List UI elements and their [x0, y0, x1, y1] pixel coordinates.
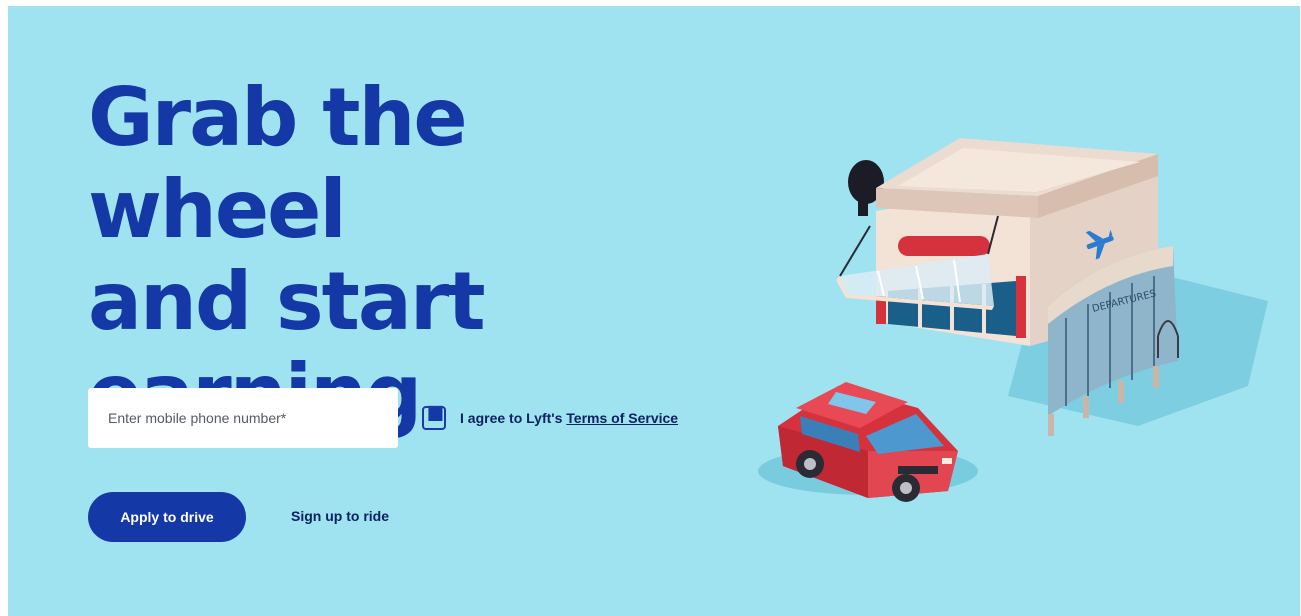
- phone-number-input[interactable]: [88, 388, 398, 448]
- terms-of-service-link[interactable]: Terms of Service: [566, 410, 678, 426]
- red-suv-icon: [758, 382, 978, 502]
- sign-up-to-ride-link[interactable]: Sign up to ride: [291, 508, 389, 524]
- hero-section: Grab the wheel and start earning. I agre…: [8, 6, 1300, 616]
- hero-headline: Grab the wheel and start earning.: [88, 72, 728, 440]
- airport-car-illustration: DEPARTURES: [758, 138, 1268, 502]
- headline-line-2: and start: [88, 255, 486, 348]
- terms-label: I agree to Lyft's Terms of Service: [460, 410, 678, 426]
- terms-checkbox[interactable]: [422, 406, 446, 430]
- apply-to-drive-button[interactable]: Apply to drive: [88, 492, 246, 542]
- store-sign-band: [898, 236, 990, 256]
- terms-label-prefix: I agree to Lyft's: [460, 410, 567, 426]
- headline-line-1: Grab the wheel: [88, 71, 468, 256]
- terms-agreement: I agree to Lyft's Terms of Service: [422, 404, 678, 432]
